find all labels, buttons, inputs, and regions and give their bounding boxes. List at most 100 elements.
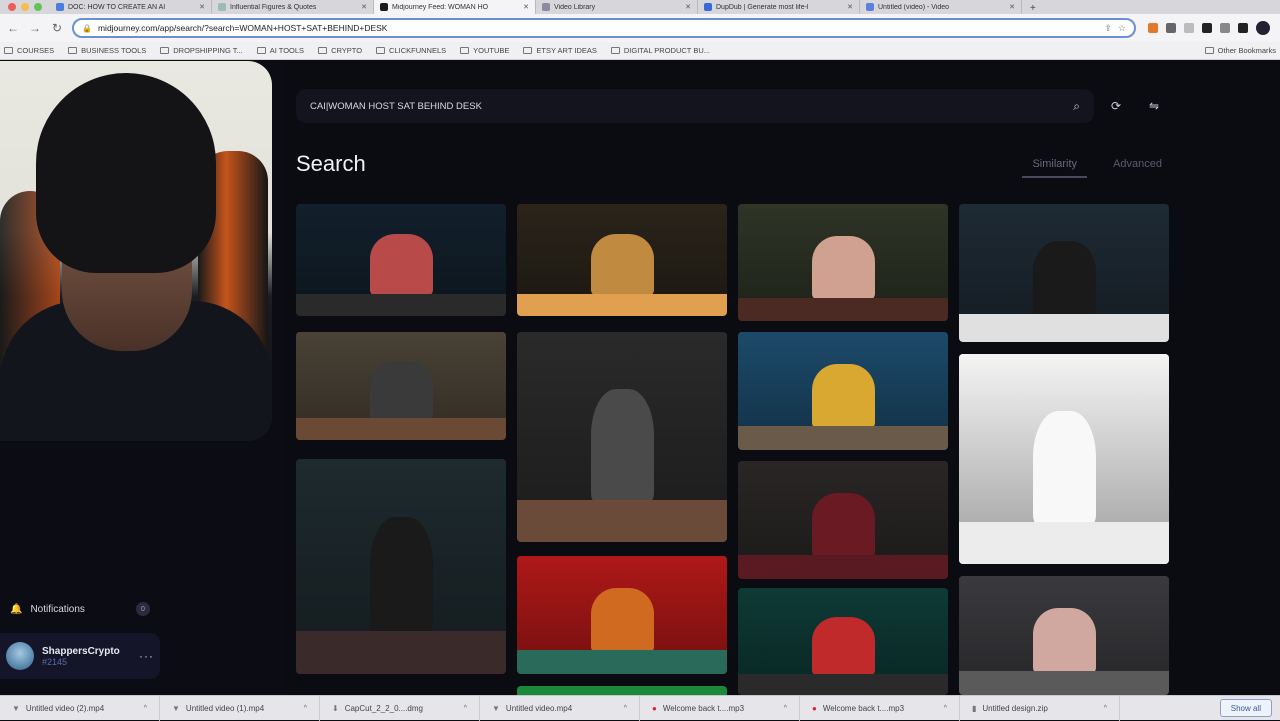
- chevron-up-icon[interactable]: ^: [464, 705, 467, 712]
- notifications-item[interactable]: 🔔 Notifications 0: [10, 601, 150, 617]
- bookmark-folder[interactable]: YOUTUBE: [460, 46, 509, 55]
- image-result-card[interactable]: [738, 461, 948, 579]
- browser-tab[interactable]: Midjourney Feed: WOMAN HO ✕: [374, 0, 536, 14]
- bookmark-folder[interactable]: AI TOOLS: [256, 46, 304, 55]
- close-tab-icon[interactable]: ✕: [361, 3, 367, 11]
- tab-title: DupDub | Generate most life-l: [716, 3, 809, 11]
- chevron-up-icon[interactable]: ^: [784, 705, 787, 712]
- chevron-up-icon[interactable]: ^: [1104, 705, 1107, 712]
- image-result-card[interactable]: [296, 332, 506, 440]
- folder-icon: [256, 47, 266, 54]
- extension-icon[interactable]: [1220, 23, 1230, 33]
- extension-icon[interactable]: [1148, 23, 1158, 33]
- download-item[interactable]: ▼ Untitled video.mp4 ^: [480, 695, 640, 721]
- bookmark-label: COURSES: [17, 46, 55, 55]
- refresh-icon[interactable]: ⟳: [1107, 97, 1125, 115]
- extension-icon[interactable]: [1202, 23, 1212, 33]
- search-icon[interactable]: ⌕: [1073, 99, 1080, 114]
- dmg-file-icon: ⬇: [332, 703, 339, 713]
- maximize-window-button[interactable]: [34, 3, 42, 11]
- bookmark-folder[interactable]: ETSY ART IDEAS: [523, 46, 597, 55]
- browser-tab[interactable]: DOC: HOW TO CREATE AN AI ✕: [50, 0, 212, 14]
- close-tab-icon[interactable]: ✕: [847, 3, 853, 11]
- window-controls: [0, 0, 50, 14]
- minimize-window-button[interactable]: [21, 3, 29, 11]
- image-result-card[interactable]: [959, 204, 1169, 342]
- close-tab-icon[interactable]: ✕: [523, 3, 529, 11]
- image-result-card[interactable]: [738, 332, 948, 450]
- bookmark-label: YOUTUBE: [473, 46, 510, 55]
- forward-icon[interactable]: →: [28, 21, 42, 35]
- profile-avatar[interactable]: [1256, 21, 1270, 35]
- address-bar[interactable]: 🔒 midjourney.com/app/search/?search=WOMA…: [72, 18, 1136, 38]
- image-result-card[interactable]: [517, 204, 727, 316]
- close-tab-icon[interactable]: ✕: [1009, 3, 1015, 11]
- bookmark-folder[interactable]: DROPSHIPPING T...: [160, 46, 243, 55]
- user-profile[interactable]: ShappersCrypto #2145 ···: [0, 633, 160, 679]
- chevron-up-icon[interactable]: ^: [304, 705, 307, 712]
- search-input[interactable]: [310, 100, 1074, 112]
- browser-tab[interactable]: Video Library ✕: [536, 0, 698, 14]
- extensions-area: [1148, 23, 1248, 33]
- show-all-button[interactable]: Show all: [1219, 699, 1272, 717]
- bookmark-folder[interactable]: BUSINESS TOOLS: [68, 46, 146, 55]
- image-result-card[interactable]: [959, 576, 1169, 695]
- subject-figure: [1032, 410, 1096, 527]
- extension-icon[interactable]: [1166, 23, 1176, 33]
- favicon-icon: [704, 3, 712, 11]
- download-item[interactable]: ⬇ CapCut_2_2_0....dmg ^: [320, 695, 480, 721]
- shuffle-icon[interactable]: ⇋: [1145, 97, 1163, 115]
- bookmark-folder[interactable]: Digital Product Bu...: [610, 46, 710, 55]
- page-title: Search: [296, 151, 366, 176]
- url-text[interactable]: midjourney.com/app/search/?search=WOMAN+…: [98, 23, 1098, 33]
- desk-shape: [959, 671, 1169, 695]
- tab-similarity[interactable]: Similarity: [1022, 158, 1088, 178]
- share-icon[interactable]: ⇪: [1104, 23, 1112, 34]
- browser-tab[interactable]: DupDub | Generate most life-l ✕: [698, 0, 860, 14]
- image-result-card[interactable]: [517, 686, 727, 695]
- download-filename: Untitled design.zip: [982, 703, 1048, 713]
- download-item[interactable]: ▮ Untitled design.zip ^: [960, 695, 1120, 721]
- desk-shape: [517, 650, 727, 674]
- more-options-icon[interactable]: ···: [139, 649, 154, 663]
- tab-advanced[interactable]: Advanced: [1103, 158, 1172, 178]
- image-result-card[interactable]: [517, 556, 727, 674]
- browser-tab[interactable]: Untitled (video) - Video ✕: [860, 0, 1022, 14]
- chevron-up-icon[interactable]: ^: [144, 705, 147, 712]
- folder-icon: [523, 47, 533, 54]
- username: ShappersCrypto: [42, 645, 120, 657]
- image-result-card[interactable]: [738, 204, 948, 321]
- other-bookmarks[interactable]: Other Bookmarks: [1204, 46, 1276, 55]
- chevron-up-icon[interactable]: ^: [944, 705, 947, 712]
- audio-file-icon: ●: [812, 703, 817, 713]
- new-tab-button[interactable]: +: [1022, 3, 1044, 14]
- download-item[interactable]: ● Welcome back t....mp3 ^: [640, 695, 800, 721]
- tab-title: Untitled (video) - Video: [878, 3, 950, 11]
- bookmark-folder[interactable]: COURSES: [4, 46, 54, 55]
- image-result-card[interactable]: [296, 459, 506, 674]
- extension-icon[interactable]: [1184, 23, 1194, 33]
- browser-tab[interactable]: Influential Figures & Quotes ✕: [212, 0, 374, 14]
- webcam-overlay: [0, 61, 272, 441]
- close-tab-icon[interactable]: ✕: [199, 3, 205, 11]
- reload-icon[interactable]: ↻: [50, 21, 64, 35]
- bookmark-folder[interactable]: CRYPTO: [318, 46, 362, 55]
- close-tab-icon[interactable]: ✕: [685, 3, 691, 11]
- folder-icon: [318, 47, 328, 54]
- download-item[interactable]: ▼ Untitled video (1).mp4 ^: [160, 695, 320, 721]
- bookmark-folder[interactable]: CLICKFUNNELS: [376, 46, 446, 55]
- image-result-card[interactable]: [296, 204, 506, 316]
- sidebar: 🔔 Notifications 0 ShappersCrypto #2145 ·…: [0, 61, 282, 695]
- bookmark-star-icon[interactable]: ☆: [1118, 23, 1126, 34]
- download-item[interactable]: ▼ Untitled video (2).mp4 ^: [0, 695, 160, 721]
- download-item[interactable]: ● Welcome back t....mp3 ^: [800, 695, 960, 721]
- download-filename: Untitled video (2).mp4: [25, 703, 105, 713]
- chevron-up-icon[interactable]: ^: [624, 705, 627, 712]
- image-result-card[interactable]: [517, 332, 727, 542]
- image-result-card[interactable]: [738, 588, 948, 695]
- back-icon[interactable]: ←: [6, 21, 20, 35]
- bell-icon: 🔔: [10, 603, 23, 615]
- extension-icon[interactable]: [1238, 23, 1248, 33]
- image-result-card[interactable]: [959, 354, 1169, 564]
- close-window-button[interactable]: [8, 3, 16, 11]
